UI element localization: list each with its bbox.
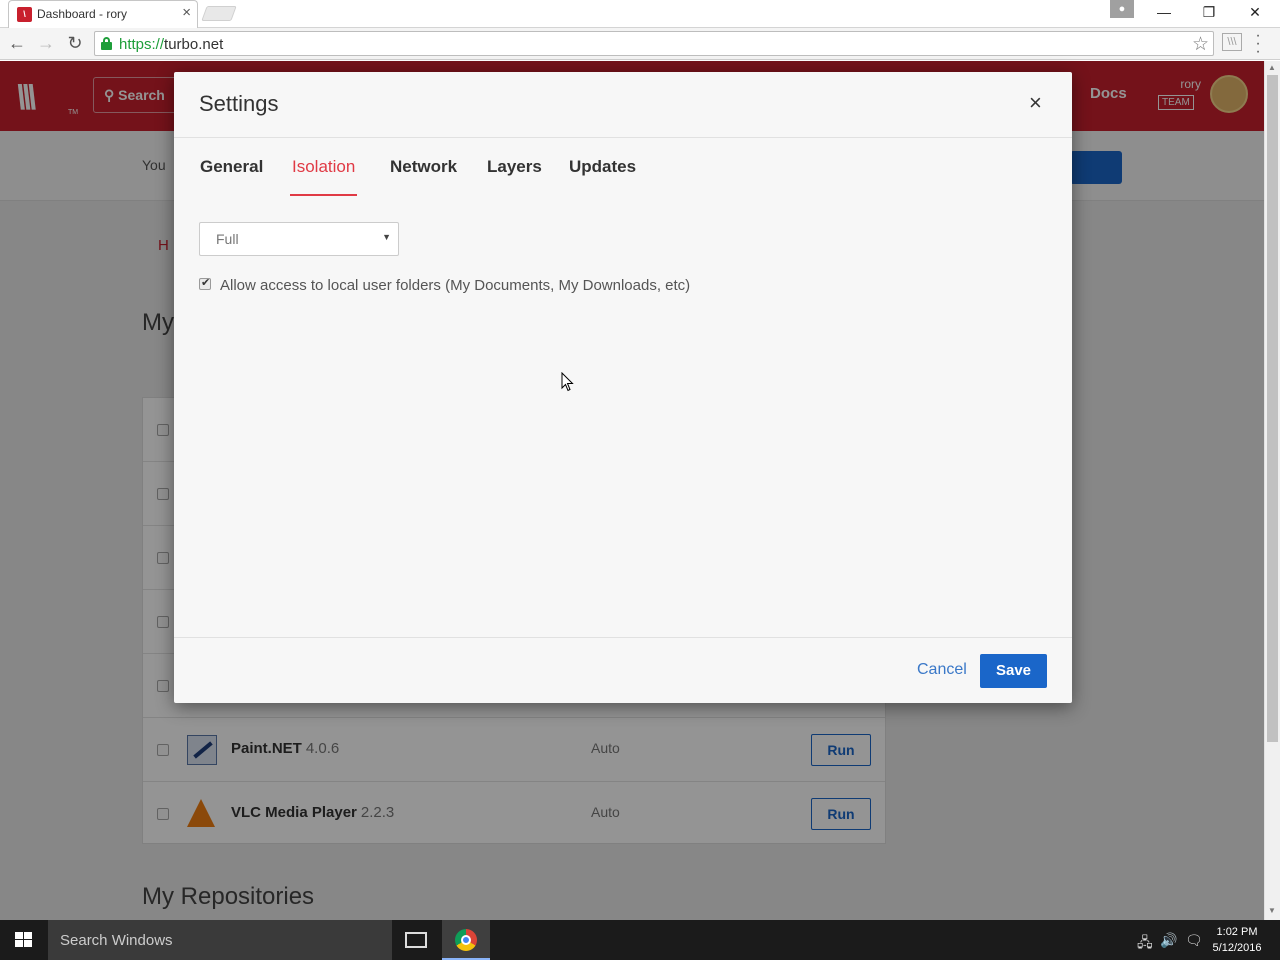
scroll-down-icon[interactable]: ▼: [1268, 906, 1276, 915]
page-scrollbar[interactable]: ▲ ▼: [1264, 61, 1280, 920]
tab-general[interactable]: General: [200, 157, 263, 196]
scroll-thumb[interactable]: [1267, 75, 1278, 742]
system-clock[interactable]: 1:02 PM 5/12/2016: [1206, 924, 1268, 956]
minimize-button[interactable]: —: [1149, 2, 1179, 22]
lock-icon: [101, 37, 112, 50]
chrome-menu-icon[interactable]: · · ·: [1254, 28, 1262, 60]
forward-arrow-icon[interactable]: →: [35, 32, 57, 54]
tab-close-icon[interactable]: ×: [182, 5, 191, 21]
restore-button[interactable]: ❐: [1194, 2, 1224, 22]
isolation-mode-select[interactable]: Full ▼: [199, 222, 399, 256]
new-tab-button[interactable]: [201, 6, 237, 21]
scroll-up-icon[interactable]: ▲: [1268, 63, 1276, 72]
url-text: https://turbo.net: [119, 36, 224, 53]
browser-toolbar: ← → ↻ https://turbo.net ☆ \\\ · · ·: [0, 28, 1280, 60]
tab-title: Dashboard - rory: [37, 7, 128, 21]
windows-start-icon[interactable]: [15, 932, 33, 948]
select-value: Full: [216, 231, 239, 247]
close-window-button[interactable]: ✕: [1240, 2, 1270, 22]
turbo-favicon-icon: \: [17, 7, 32, 22]
clock-date: 5/12/2016: [1212, 942, 1262, 954]
chrome-user-icon[interactable]: ●: [1110, 0, 1134, 18]
address-bar[interactable]: https://turbo.net ☆: [94, 31, 1214, 56]
settings-tabs: General Isolation Network Layers Updates: [174, 138, 1072, 198]
dialog-footer: Cancel Save: [174, 637, 1072, 703]
dialog-header: Settings ×: [174, 72, 1072, 138]
network-icon[interactable]: 🖧: [1137, 932, 1153, 956]
reload-icon[interactable]: ↻: [64, 32, 86, 54]
task-view-icon[interactable]: [405, 932, 427, 948]
clock-time: 1:02 PM: [1216, 926, 1258, 938]
bookmark-star-icon[interactable]: ☆: [1192, 33, 1209, 56]
chrome-taskbar-button[interactable]: [442, 920, 490, 960]
browser-tab[interactable]: \ Dashboard - rory ×: [8, 0, 198, 28]
allow-local-folders-label[interactable]: Allow access to local user folders (My D…: [220, 277, 690, 294]
windows-search-box[interactable]: Search Windows: [48, 920, 392, 960]
dialog-title: Settings: [199, 91, 279, 116]
tab-network[interactable]: Network: [390, 157, 457, 196]
windows-taskbar: Search Windows 🖧 🔊 🗨 1:02 PM 5/12/2016: [0, 920, 1280, 960]
close-icon[interactable]: ×: [1029, 92, 1042, 114]
tab-updates[interactable]: Updates: [569, 157, 636, 196]
tab-layers[interactable]: Layers: [487, 157, 542, 196]
back-arrow-icon[interactable]: ←: [6, 32, 28, 54]
chrome-icon: [455, 929, 477, 951]
volume-icon[interactable]: 🔊: [1160, 932, 1177, 949]
allow-local-folders-checkbox[interactable]: ✔: [199, 277, 211, 290]
caret-down-icon: ▼: [382, 232, 391, 242]
settings-dialog: Settings × General Isolation Network Lay…: [174, 72, 1072, 703]
checkmark-icon: ✔: [201, 277, 211, 289]
turbo-extension-icon[interactable]: \\\: [1222, 33, 1242, 51]
windows-search-placeholder: Search Windows: [60, 932, 173, 949]
cancel-button[interactable]: Cancel: [917, 661, 967, 679]
action-center-icon[interactable]: 🗨: [1185, 932, 1203, 949]
browser-titlebar: \ Dashboard - rory × ● — ❐ ✕: [0, 0, 1280, 28]
tab-isolation[interactable]: Isolation: [289, 157, 358, 196]
save-button[interactable]: Save: [980, 654, 1047, 688]
